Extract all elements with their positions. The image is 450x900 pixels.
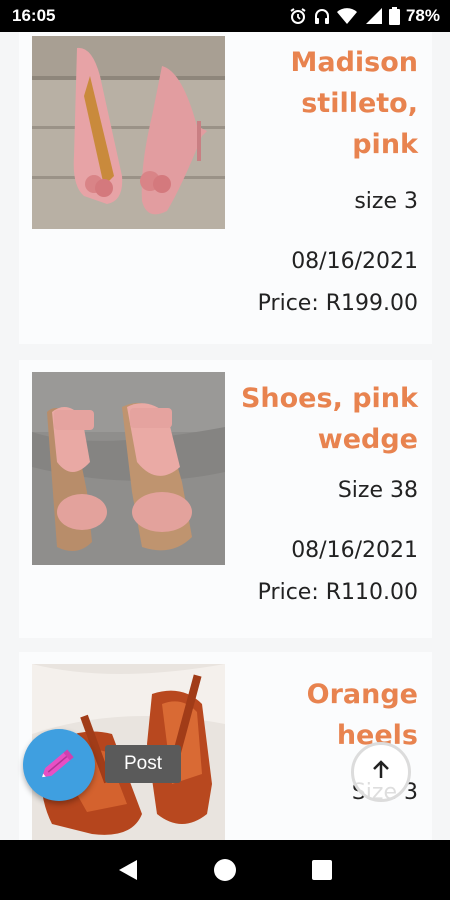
arrow-up-icon: [369, 758, 393, 786]
listing-price: Price: R110.00: [257, 580, 418, 605]
post-fab-button[interactable]: [23, 729, 95, 801]
status-bar: 16:05 78%: [0, 0, 450, 32]
listing-card[interactable]: Shoes, pink wedge Size 38 08/16/2021 Pri…: [19, 360, 432, 638]
listing-feed[interactable]: Madison stilleto, pink size 3 08/16/2021…: [0, 32, 450, 840]
recents-icon[interactable]: [302, 850, 342, 890]
listing-price: Price: R199.00: [257, 291, 418, 316]
pink-stiletto-photo[interactable]: [32, 36, 225, 229]
listing-date: 08/16/2021: [291, 538, 418, 563]
back-icon[interactable]: [108, 850, 148, 890]
listing-date: 08/16/2021: [291, 249, 418, 274]
system-nav-bar: [0, 840, 450, 900]
alarm-icon: [289, 7, 307, 25]
pink-wedge-photo[interactable]: [32, 372, 225, 565]
wifi-icon: [336, 7, 357, 25]
listing-size: size 3: [354, 189, 418, 214]
listing-title[interactable]: Shoes, pink wedge: [228, 378, 418, 460]
scroll-to-top-button[interactable]: [351, 742, 411, 802]
headphones-icon: [313, 7, 331, 25]
home-icon[interactable]: [205, 850, 245, 890]
status-time: 16:05: [12, 6, 56, 25]
battery-percent: 78%: [405, 6, 440, 25]
pencil-icon: [39, 743, 79, 787]
post-tooltip: Post: [105, 745, 181, 783]
listing-size: Size 38: [337, 478, 418, 503]
listing-card[interactable]: Madison stilleto, pink size 3 08/16/2021…: [19, 32, 432, 344]
listing-title[interactable]: Madison stilleto, pink: [228, 42, 418, 165]
listing-info: Shoes, pink wedge Size 38 08/16/2021 Pri…: [228, 378, 418, 608]
listing-info: Madison stilleto, pink size 3 08/16/2021…: [228, 42, 418, 319]
status-icons: 78%: [289, 6, 440, 26]
battery-icon: [388, 7, 400, 25]
signal-icon: [363, 7, 383, 25]
